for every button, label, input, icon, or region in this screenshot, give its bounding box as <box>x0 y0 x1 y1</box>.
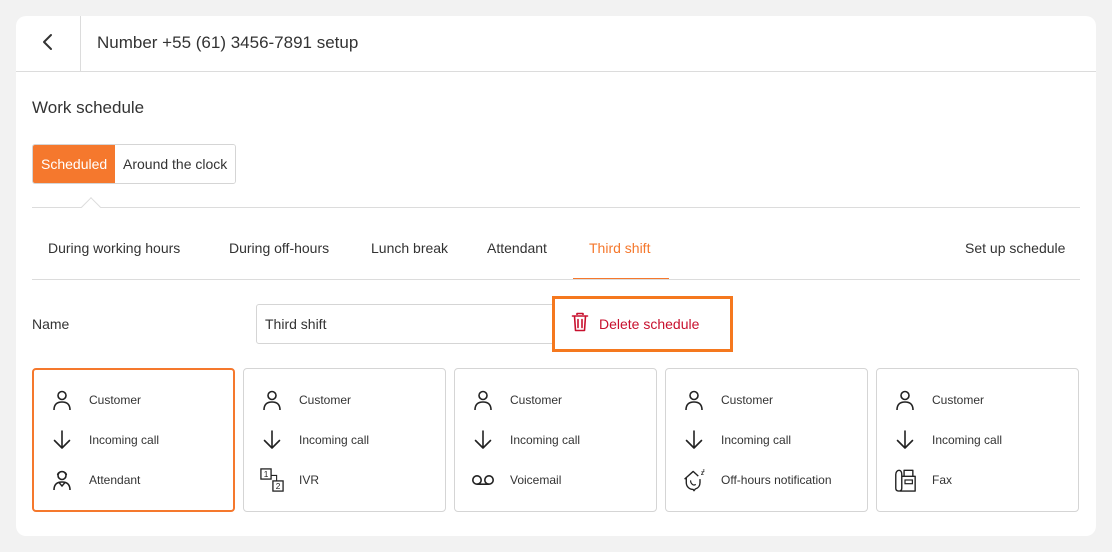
setup-panel: Number +55 (61) 3456-7891 setup Work sch… <box>16 16 1096 536</box>
routing-card-voicemail[interactable]: Customer Incoming call Voicemail <box>454 368 657 512</box>
arrow-down-icon <box>471 428 495 452</box>
route-step-label: Incoming call <box>89 433 160 447</box>
delete-schedule-label: Delete schedule <box>599 316 700 332</box>
routing-card-off-hours-notification[interactable]: Customer Incoming call zz Off-hours noti… <box>665 368 868 512</box>
svg-text:z: z <box>703 468 705 473</box>
route-step-label: Incoming call <box>299 433 370 447</box>
route-step-incoming-call: Incoming call <box>260 426 369 454</box>
route-step-label: Incoming call <box>932 433 1003 447</box>
ivr-icon: 12 <box>260 468 284 492</box>
route-step-label: Customer <box>721 393 774 407</box>
routing-card-attendant[interactable]: Customer Incoming call Attendant <box>32 368 235 512</box>
schedule-name-input[interactable] <box>256 304 556 344</box>
person-icon <box>260 388 284 412</box>
route-step-destination: 12 IVR <box>260 466 319 494</box>
route-step-label: IVR <box>299 473 320 487</box>
routing-card-fax[interactable]: Customer Incoming call Fax <box>876 368 1079 512</box>
attendant-icon <box>50 468 74 492</box>
svg-text:2: 2 <box>276 481 281 491</box>
fax-icon <box>893 468 917 492</box>
tabs-divider-bottom <box>32 279 1080 280</box>
person-icon <box>682 388 706 412</box>
tab-during-off-hours[interactable]: During off-hours <box>229 240 329 256</box>
set-up-schedule-link[interactable]: Set up schedule <box>965 240 1065 256</box>
route-step-label: Customer <box>932 393 985 407</box>
header: Number +55 (61) 3456-7891 setup <box>16 16 1096 72</box>
route-step-label: Customer <box>89 393 142 407</box>
tabs-divider-top <box>32 207 1080 208</box>
section-title: Work schedule <box>32 98 145 117</box>
around-the-clock-mode-button[interactable]: Around the clock <box>115 145 235 183</box>
person-icon <box>471 388 495 412</box>
route-step-incoming-call: Incoming call <box>50 426 159 454</box>
person-icon <box>893 388 917 412</box>
route-step-destination: Attendant <box>50 466 140 494</box>
tab-during-working-hours[interactable]: During working hours <box>48 240 180 256</box>
trash-icon <box>571 312 589 337</box>
arrow-down-icon <box>260 428 284 452</box>
voicemail-icon <box>471 468 495 492</box>
route-step-incoming-call: Incoming call <box>682 426 791 454</box>
tabs-pointer-notch <box>81 197 101 217</box>
route-step-label: Incoming call <box>510 433 581 447</box>
back-button[interactable] <box>16 16 81 72</box>
tab-attendant[interactable]: Attendant <box>487 240 547 256</box>
person-icon <box>50 388 74 412</box>
off-hours-icon: zz <box>682 468 706 492</box>
route-step-customer: Customer <box>471 386 562 414</box>
chevron-left-icon <box>41 33 55 56</box>
route-step-label: Customer <box>510 393 563 407</box>
route-step-destination: Voicemail <box>471 466 561 494</box>
scheduled-mode-button[interactable]: Scheduled <box>33 145 115 183</box>
route-step-destination: Fax <box>893 466 952 494</box>
route-step-customer: Customer <box>260 386 351 414</box>
name-label: Name <box>32 316 70 332</box>
route-step-label: Incoming call <box>721 433 792 447</box>
route-step-incoming-call: Incoming call <box>893 426 1002 454</box>
route-step-destination: zz Off-hours notification <box>682 466 832 494</box>
routing-card-ivr[interactable]: Customer Incoming call 12 IVR <box>243 368 446 512</box>
tab-third-shift[interactable]: Third shift <box>589 240 650 256</box>
route-step-label: Off-hours notification <box>721 473 832 487</box>
delete-schedule-highlight: Delete schedule <box>552 296 733 352</box>
schedule-mode-toggle: Scheduled Around the clock <box>32 144 236 184</box>
route-step-label: Customer <box>299 393 352 407</box>
route-step-incoming-call: Incoming call <box>471 426 580 454</box>
route-step-customer: Customer <box>893 386 984 414</box>
arrow-down-icon <box>682 428 706 452</box>
svg-text:1: 1 <box>264 469 269 479</box>
route-step-label: Voicemail <box>510 473 562 487</box>
route-step-label: Fax <box>932 473 953 487</box>
page-title: Number +55 (61) 3456-7891 setup <box>97 33 359 52</box>
delete-schedule-button[interactable]: Delete schedule <box>555 299 730 349</box>
route-step-label: Attendant <box>89 473 141 487</box>
arrow-down-icon <box>893 428 917 452</box>
tab-lunch-break[interactable]: Lunch break <box>371 240 448 256</box>
route-step-customer: Customer <box>682 386 773 414</box>
route-step-customer: Customer <box>50 386 141 414</box>
arrow-down-icon <box>50 428 74 452</box>
